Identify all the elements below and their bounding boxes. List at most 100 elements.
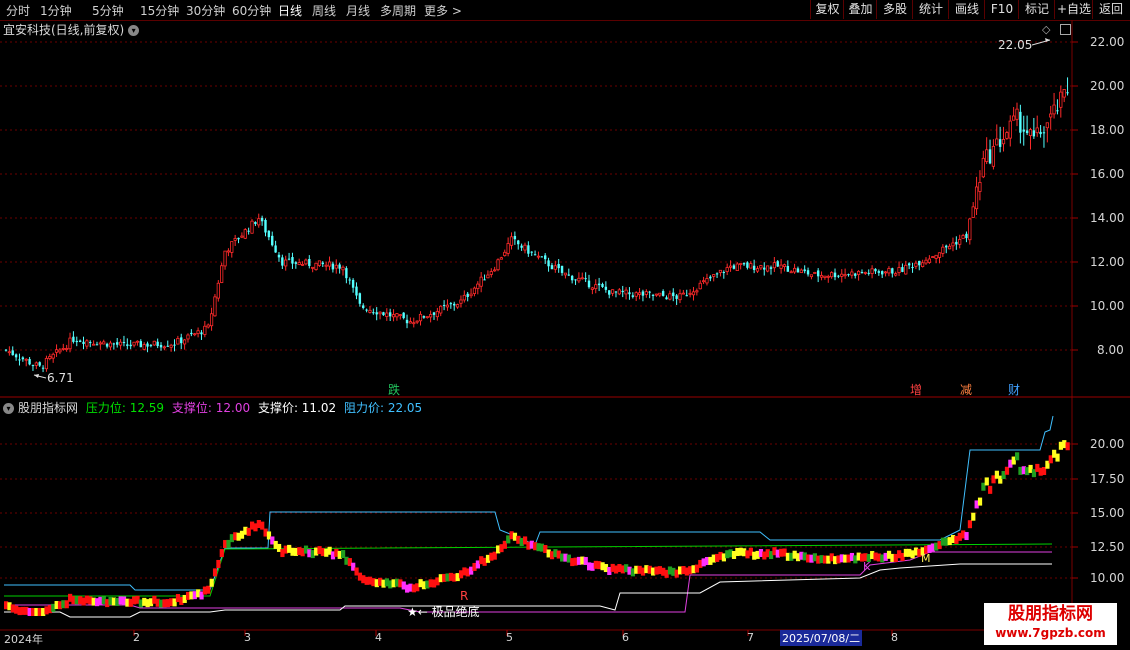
candle-body <box>907 263 911 266</box>
candle-body <box>499 257 503 260</box>
candle-body <box>776 261 779 267</box>
candle-body <box>186 334 190 340</box>
indicator-block <box>209 578 214 587</box>
candle-body <box>277 254 281 258</box>
candle-body <box>506 243 510 254</box>
candle-body <box>58 349 62 353</box>
candle-body <box>294 262 298 264</box>
candle-body <box>1049 113 1053 118</box>
candle-body <box>388 312 392 317</box>
candle-body <box>351 279 355 288</box>
chevron-down-icon[interactable]: ▾ <box>3 403 14 414</box>
candle-body <box>442 305 446 307</box>
candle-body <box>223 250 227 267</box>
candle-body <box>331 263 335 270</box>
candle-body <box>75 340 78 343</box>
candle-body <box>654 293 659 296</box>
x-label: 8 <box>891 631 898 644</box>
candle-body <box>146 343 149 347</box>
candle-body <box>948 245 952 250</box>
diamond-icon[interactable]: ◇ <box>1042 23 1050 36</box>
candle-body <box>668 293 672 300</box>
indicator-header: ▾ 股朋指标网 压力位: 12.59 支撑位: 12.00 支撑价: 11.02 … <box>3 399 426 416</box>
candle-body <box>608 290 611 295</box>
candle-body <box>220 265 224 283</box>
event-mark-fall[interactable]: 跌 <box>388 381 400 398</box>
candle-body <box>799 269 803 274</box>
candle-body <box>378 311 382 315</box>
stock-title[interactable]: 宜安科技(日线,前复权) ▾ <box>3 21 140 38</box>
candle-body <box>857 270 861 275</box>
indicator-y-tick: 17.50 <box>1090 472 1125 486</box>
candle-body <box>722 272 726 274</box>
candle-body <box>981 157 985 178</box>
candle-body <box>375 312 378 315</box>
candle-body <box>637 292 642 295</box>
candle-body <box>44 357 49 370</box>
x-label: 2 <box>133 631 140 644</box>
candle-body <box>641 291 645 296</box>
indicator-y-tick: 12.50 <box>1090 540 1125 554</box>
candle-body <box>732 265 736 269</box>
candle-body <box>813 272 817 274</box>
candle-body <box>621 290 624 293</box>
event-mark-reduce[interactable]: 减 <box>960 381 972 398</box>
candle-body <box>48 356 52 360</box>
candle-body <box>803 269 806 272</box>
candle-body <box>523 244 527 251</box>
candle-body <box>665 297 668 300</box>
candle-body <box>368 309 372 313</box>
candle-body <box>931 256 935 258</box>
candle-body <box>749 263 753 269</box>
candle-body <box>284 259 288 267</box>
chevron-down-icon[interactable]: ▾ <box>128 25 140 36</box>
candle-body <box>763 267 766 270</box>
indicator-name[interactable]: 股朋指标网 <box>18 401 78 415</box>
candle-body <box>1039 131 1042 135</box>
candle-body <box>843 274 847 277</box>
indicator-block <box>1004 466 1010 475</box>
candle-body <box>877 271 881 273</box>
candle-body <box>587 280 591 288</box>
y-tick: 10.00 <box>1090 299 1125 313</box>
candle-body <box>978 182 982 192</box>
candle-body <box>65 348 69 350</box>
candle-body <box>98 342 102 345</box>
x-label: 2024年 <box>4 633 43 646</box>
candle-body <box>766 265 770 272</box>
brand-watermark: 股朋指标网 www.7gpzb.com <box>984 603 1117 645</box>
indicator-y-tick: 15.00 <box>1090 506 1125 520</box>
candle-body <box>870 268 874 274</box>
candle-body <box>577 277 581 282</box>
candle-body <box>405 319 409 324</box>
candle-body <box>11 350 14 356</box>
candle-body <box>327 261 332 267</box>
candle-body <box>718 269 723 273</box>
x-label: 5 <box>506 631 513 644</box>
candle-body <box>190 332 193 335</box>
candle-body <box>183 339 187 345</box>
candle-body <box>570 275 574 281</box>
candle-body <box>135 340 140 343</box>
y-tick: 8.00 <box>1097 343 1124 357</box>
event-mark-finance[interactable]: 财 <box>1008 381 1020 398</box>
kline-canvas[interactable]: R K M ★← 极品绝底 <box>0 0 1130 650</box>
candle-body <box>314 262 318 271</box>
candle-body <box>968 218 972 241</box>
candle-body <box>536 255 541 258</box>
candle-body <box>317 260 322 266</box>
candle-body <box>92 343 96 346</box>
event-mark-increase[interactable]: 增 <box>910 381 922 398</box>
candle-body <box>772 262 776 269</box>
candle-body <box>486 274 490 279</box>
candle-body <box>715 273 719 275</box>
candle-body <box>1015 108 1019 120</box>
candle-body <box>382 312 385 316</box>
candle-body <box>1052 104 1056 115</box>
candle-body <box>28 359 31 365</box>
candle-body <box>118 341 123 346</box>
panel-toggle-icon[interactable] <box>1060 24 1071 35</box>
candle-body <box>769 267 773 269</box>
candle-body <box>1042 132 1046 134</box>
candle-body <box>685 295 688 297</box>
